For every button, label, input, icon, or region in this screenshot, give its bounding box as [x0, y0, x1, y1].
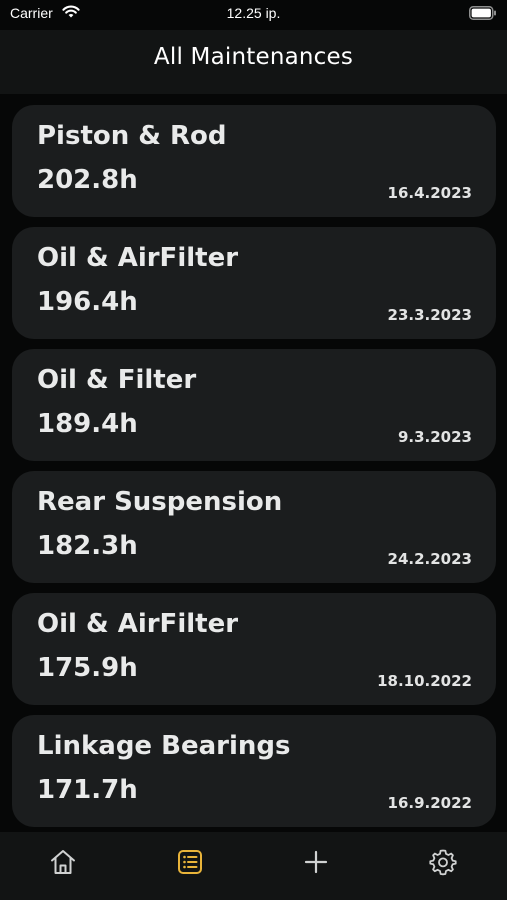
maintenance-name: Rear Suspension: [37, 487, 283, 517]
maintenance-name: Oil & AirFilter: [37, 609, 239, 639]
maintenance-card[interactable]: Piston & Rod 202.8h 16.4.2023: [12, 105, 496, 217]
tab-settings[interactable]: [427, 846, 459, 878]
tab-bar: [0, 832, 507, 900]
status-bar: Carrier 12.25 ip.: [0, 0, 507, 30]
maintenance-name: Oil & Filter: [37, 365, 197, 395]
maintenance-name: Linkage Bearings: [37, 731, 291, 761]
home-icon: [47, 846, 79, 878]
maintenance-card[interactable]: Linkage Bearings 171.7h 16.9.2022: [12, 715, 496, 827]
maintenance-hours: 202.8h: [37, 165, 138, 195]
maintenance-name: Piston & Rod: [37, 121, 227, 151]
maintenance-name: Oil & AirFilter: [37, 243, 239, 273]
maintenance-hours: 171.7h: [37, 775, 138, 805]
tab-home[interactable]: [47, 846, 79, 878]
maintenance-date: 9.3.2023: [397, 428, 472, 446]
tab-list[interactable]: [174, 846, 206, 878]
status-time: 12.25 ip.: [226, 5, 281, 21]
maintenance-date: 16.4.2023: [387, 184, 472, 202]
maintenance-date: 18.10.2022: [377, 672, 472, 690]
tab-add[interactable]: [300, 846, 332, 878]
maintenance-card[interactable]: Oil & AirFilter 175.9h 18.10.2022: [12, 593, 496, 705]
page-title: All Maintenances: [153, 44, 354, 70]
maintenance-date: 16.9.2022: [387, 794, 472, 812]
battery-icon: [469, 6, 497, 25]
maintenance-card[interactable]: Oil & Filter 189.4h 9.3.2023: [12, 349, 496, 461]
plus-icon: [300, 846, 332, 878]
maintenance-card[interactable]: Oil & AirFilter 196.4h 23.3.2023: [12, 227, 496, 339]
maintenance-card[interactable]: Rear Suspension 182.3h 24.2.2023: [12, 471, 496, 583]
maintenance-hours: 175.9h: [37, 653, 138, 683]
nav-header: All Maintenances: [0, 30, 507, 94]
maintenance-list[interactable]: Piston & Rod 202.8h 16.4.2023 Oil & AirF…: [12, 105, 496, 830]
maintenance-hours: 196.4h: [37, 287, 138, 317]
maintenance-hours: 189.4h: [37, 409, 138, 439]
maintenance-date: 23.3.2023: [387, 306, 472, 324]
list-icon: [174, 846, 206, 878]
maintenance-date: 24.2.2023: [387, 550, 472, 568]
gear-icon: [427, 846, 459, 878]
maintenance-hours: 182.3h: [37, 531, 138, 561]
